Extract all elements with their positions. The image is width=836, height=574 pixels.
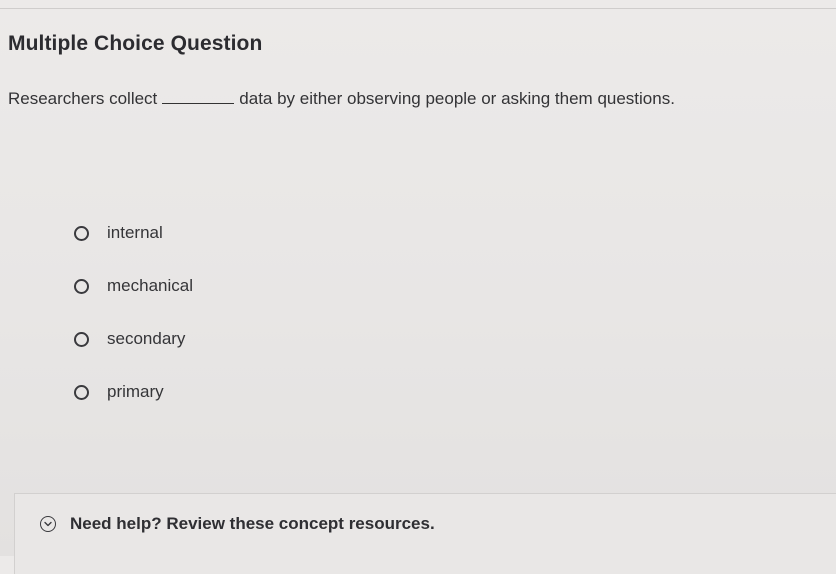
option-primary[interactable]: primary (74, 381, 193, 434)
option-label: primary (107, 382, 164, 401)
help-link-label[interactable]: Need help? Review these concept resource… (70, 514, 435, 534)
answer-options: internal mechanical secondary primary (74, 222, 193, 434)
option-label: internal (107, 223, 163, 242)
prompt-text-before: Researchers collect (8, 89, 158, 108)
radio-button[interactable] (74, 385, 89, 400)
question-type-heading: Multiple Choice Question (8, 32, 263, 55)
chevron-down-icon[interactable] (40, 516, 56, 532)
option-mechanical[interactable]: mechanical (74, 275, 193, 328)
radio-button[interactable] (74, 279, 89, 294)
radio-button[interactable] (74, 226, 89, 241)
fill-in-blank (162, 89, 235, 104)
question-prompt: Researchers collect data by either observ… (8, 89, 675, 109)
option-label: secondary (107, 329, 186, 348)
top-divider (0, 8, 836, 9)
radio-button[interactable] (74, 332, 89, 347)
option-label: mechanical (107, 276, 193, 295)
option-secondary[interactable]: secondary (74, 328, 193, 381)
prompt-text-after: data by either observing people or askin… (239, 89, 675, 108)
option-internal[interactable]: internal (74, 222, 193, 275)
help-resources-toggle[interactable]: Need help? Review these concept resource… (40, 514, 435, 534)
